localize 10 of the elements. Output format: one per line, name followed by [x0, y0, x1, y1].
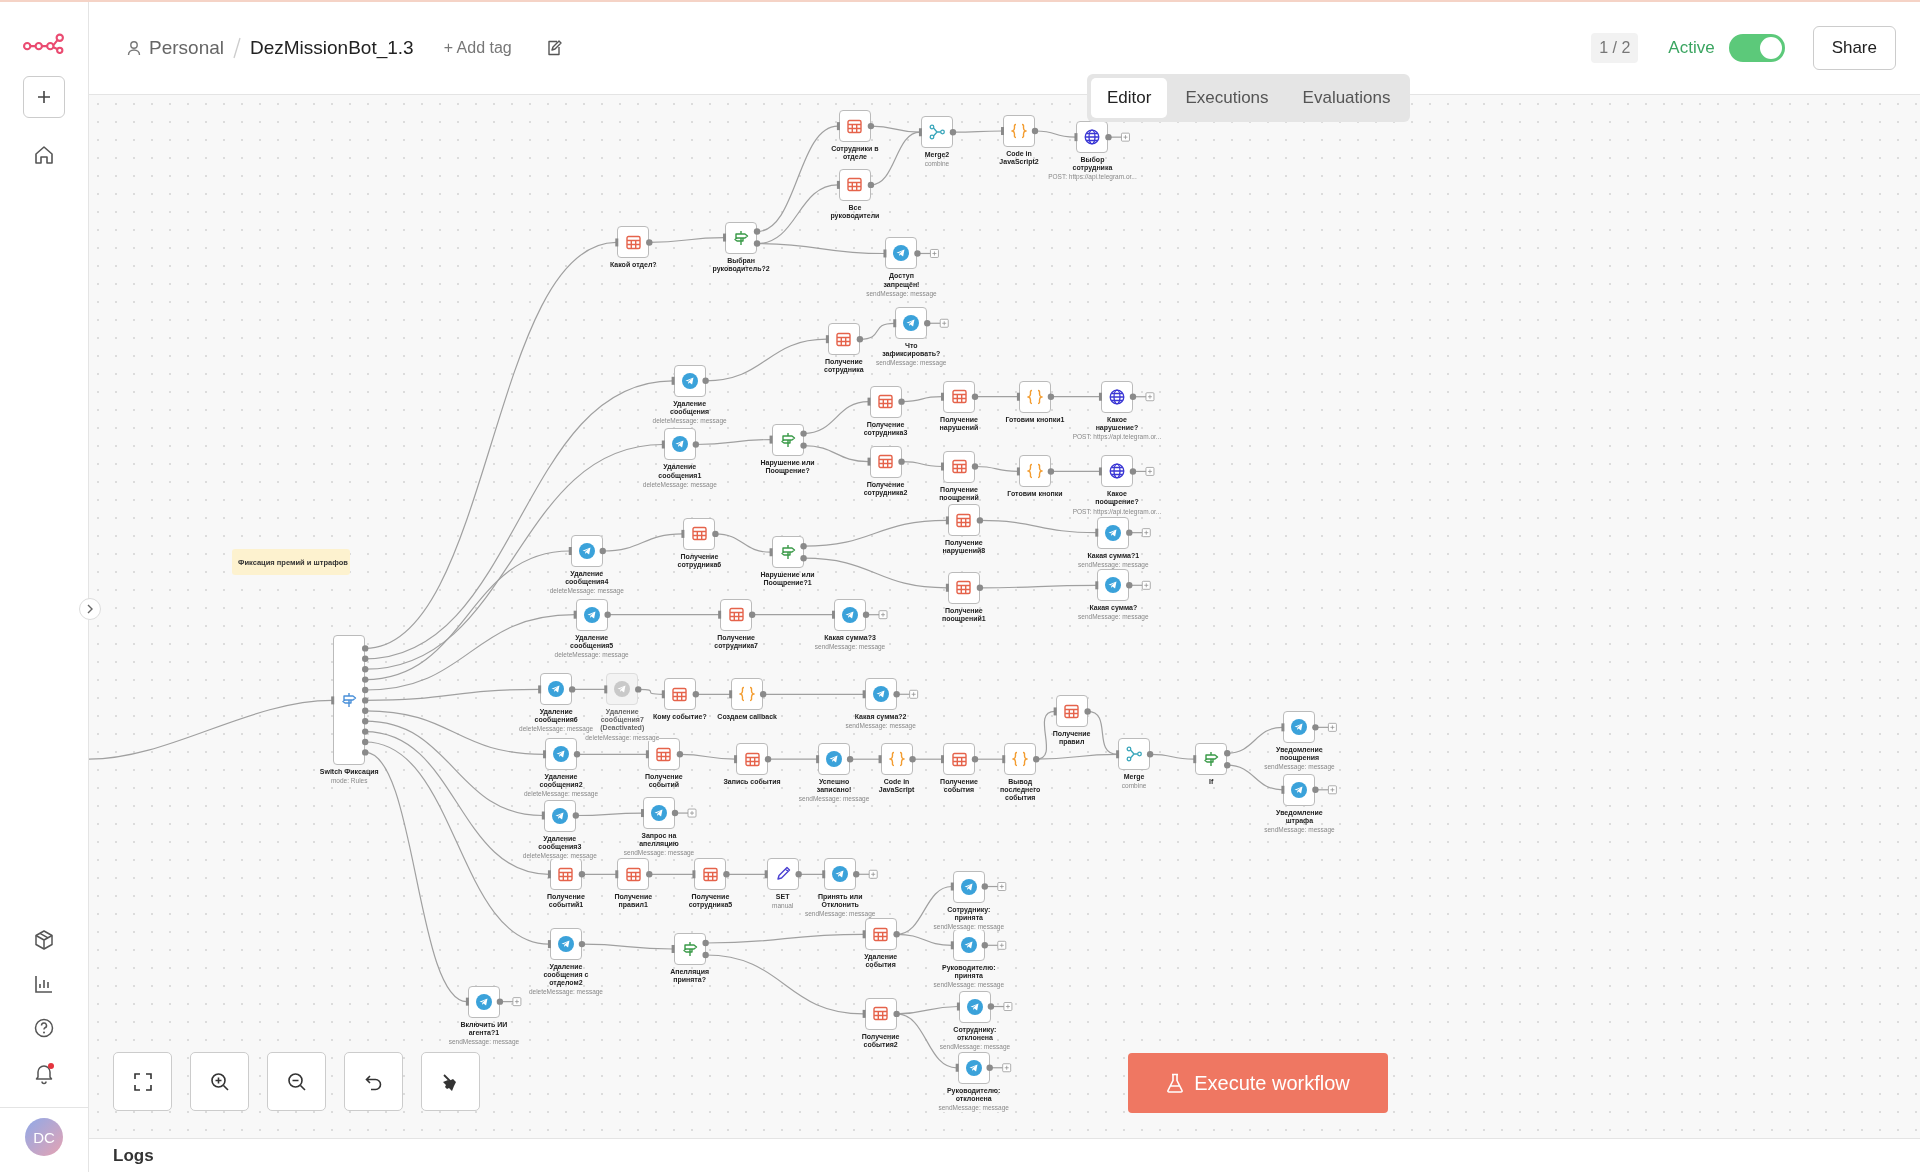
- active-label: Active: [1668, 38, 1715, 58]
- view-tab[interactable]: Editor: [1091, 78, 1168, 118]
- add-tag-button[interactable]: + Add tag: [443, 39, 512, 57]
- page-counter: 1 / 2: [1591, 33, 1639, 63]
- share-button[interactable]: Share: [1812, 26, 1896, 70]
- view-tab[interactable]: Executions: [1169, 78, 1285, 118]
- view-tab[interactable]: Evaluations: [1286, 78, 1407, 118]
- project-link[interactable]: Personal: [149, 37, 224, 59]
- workflow-name[interactable]: DezMissionBot_1.3: [250, 37, 414, 59]
- logs-title[interactable]: Logs: [113, 1145, 154, 1166]
